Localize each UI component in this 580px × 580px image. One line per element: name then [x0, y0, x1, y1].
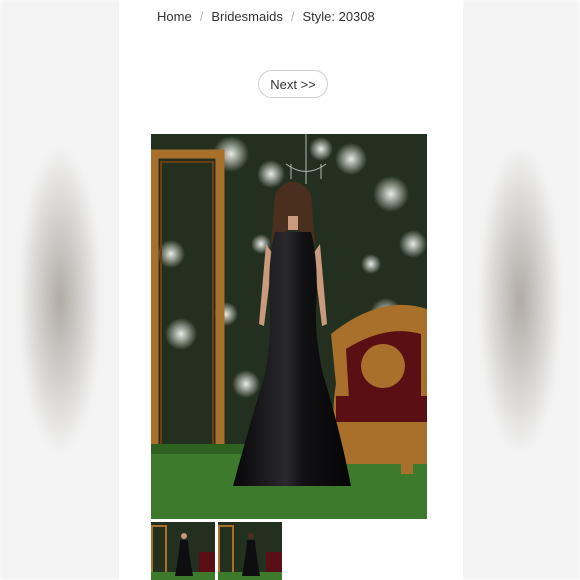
breadcrumb-separator: / [199, 9, 204, 24]
next-button[interactable]: Next >> [258, 70, 328, 98]
thumbnail-back[interactable] [218, 522, 282, 580]
product-main-image[interactable] [151, 134, 427, 519]
thumbnail-front-image [151, 522, 215, 580]
thumbnail-back-image [218, 522, 282, 580]
breadcrumb-current-style: Style: 20308 [302, 9, 375, 24]
thumbnail-front[interactable] [151, 522, 215, 580]
breadcrumb-bridesmaids[interactable]: Bridesmaids [211, 9, 283, 24]
breadcrumb-home[interactable]: Home [157, 9, 192, 24]
breadcrumb-separator: / [290, 9, 295, 24]
product-page: Home / Bridesmaids / Style: 20308 Next >> [119, 0, 463, 580]
breadcrumb: Home / Bridesmaids / Style: 20308 [157, 9, 375, 24]
gown-photo [151, 134, 427, 519]
